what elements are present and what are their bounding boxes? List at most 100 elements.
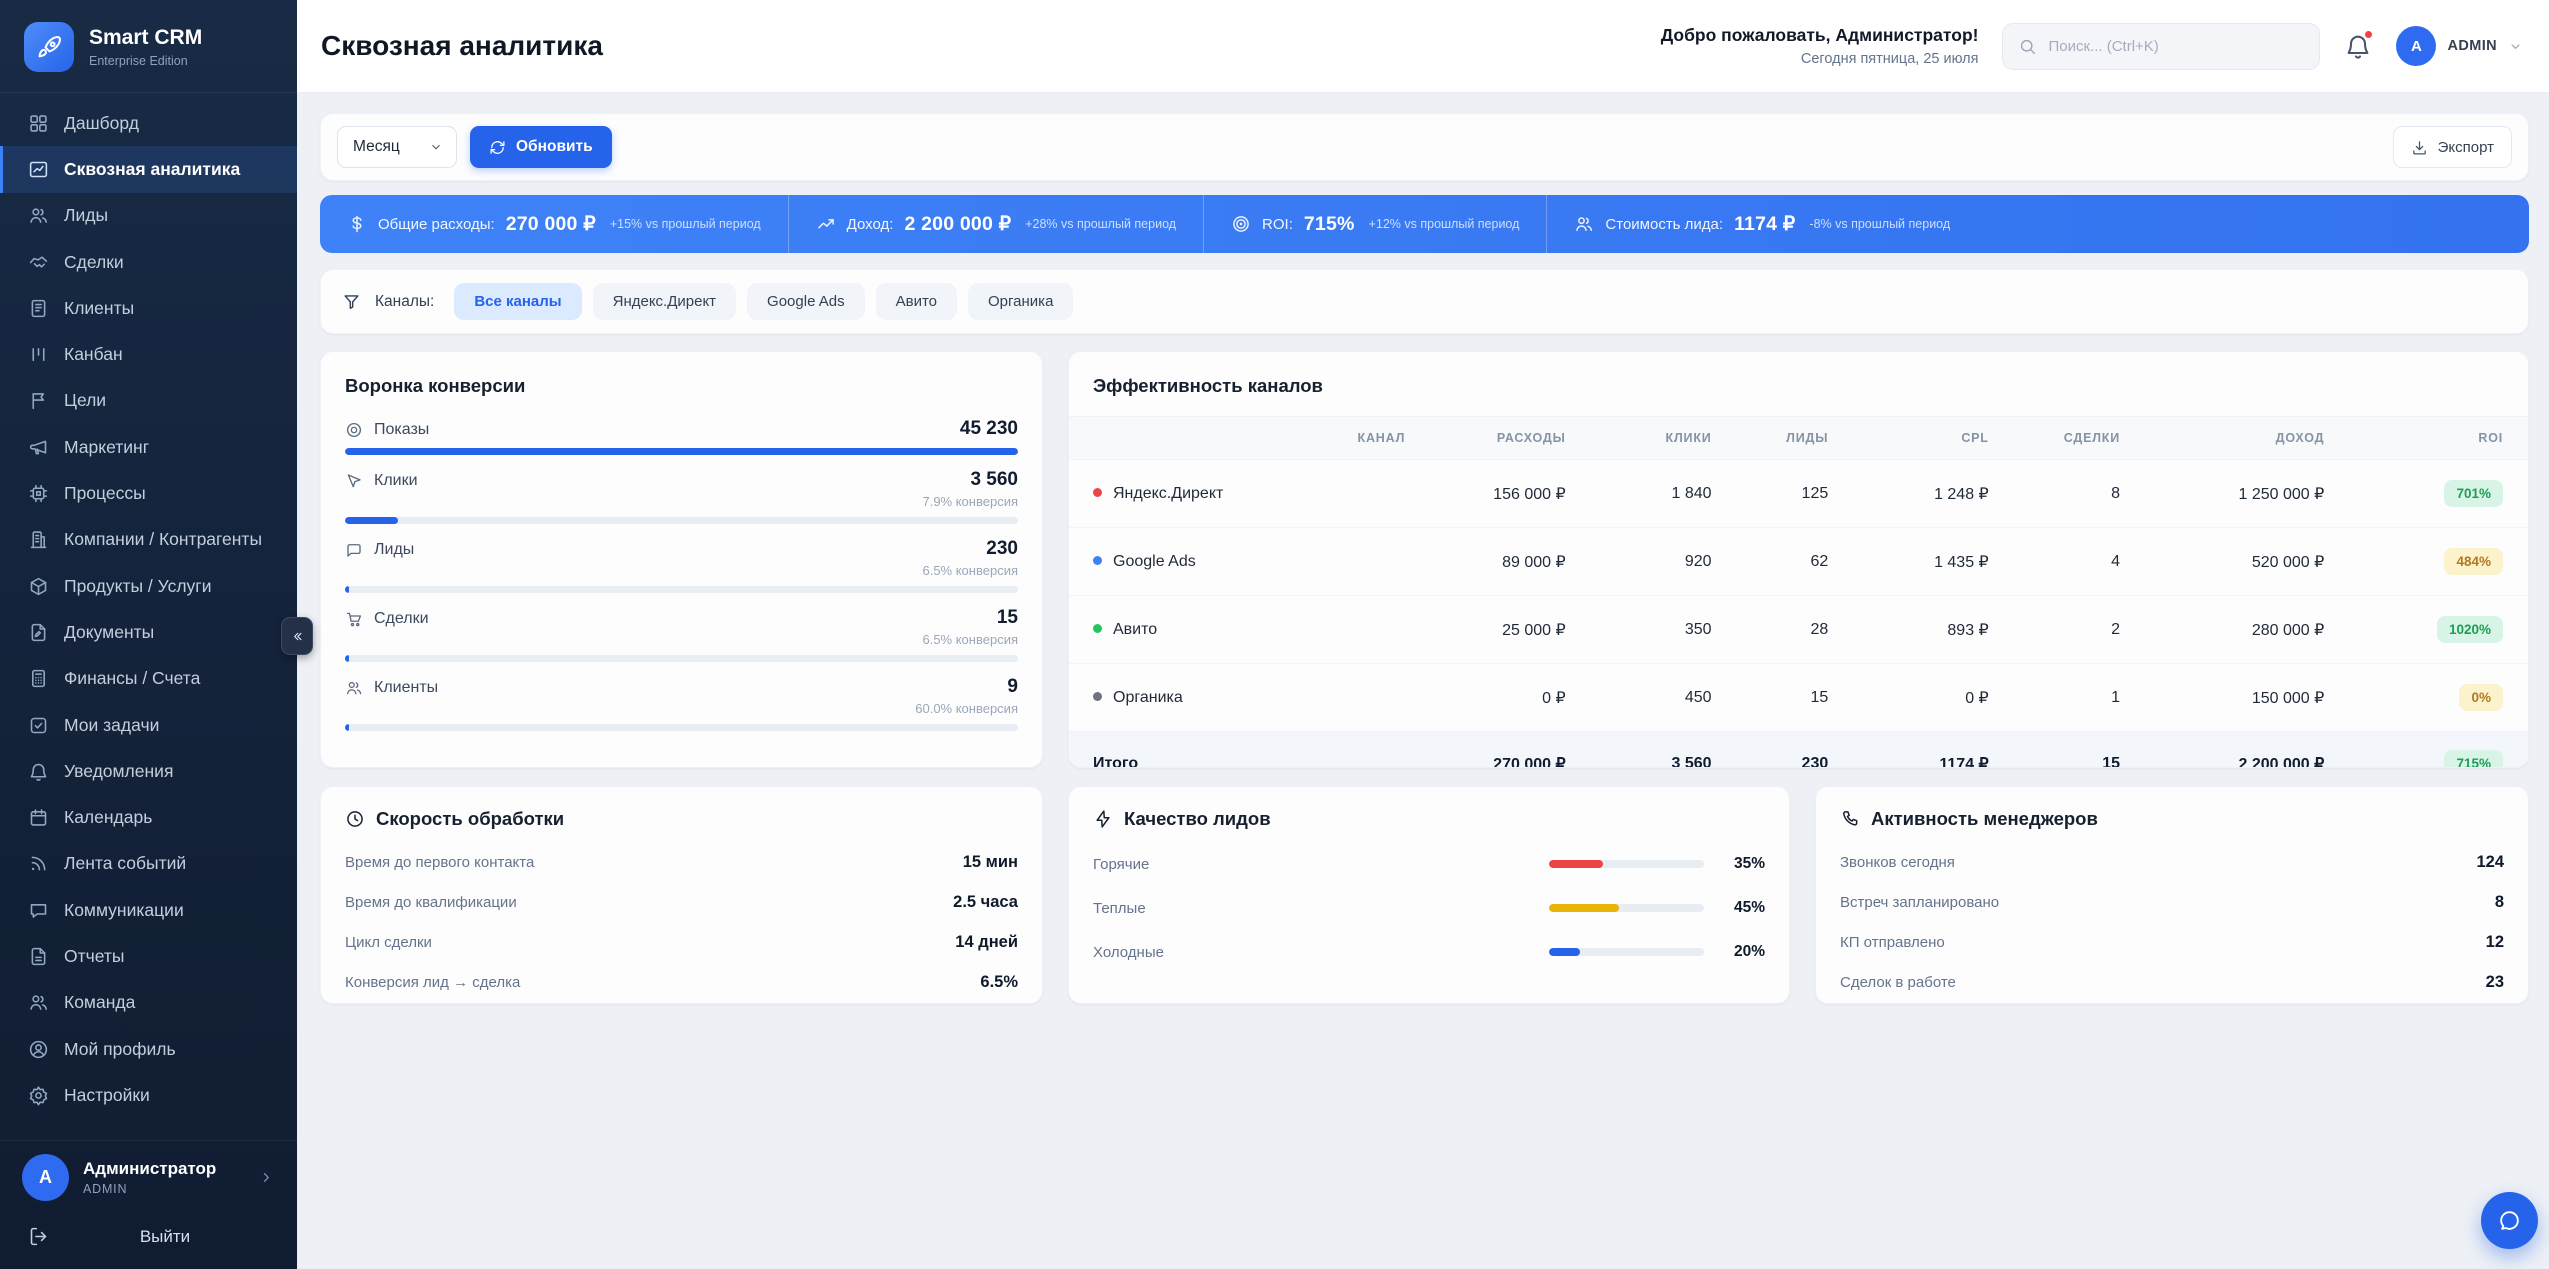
documents-icon <box>28 622 49 643</box>
stage-value: 9 <box>915 676 1018 698</box>
kpi-label: ROI: <box>1262 216 1293 233</box>
channel-dot <box>1093 692 1102 701</box>
sidebar-item[interactable]: Уведомления <box>0 748 297 794</box>
sidebar-item[interactable]: Отчеты <box>0 933 297 979</box>
sidebar-item[interactable]: Продукты / Услуги <box>0 563 297 609</box>
stage-bar-track <box>345 724 1018 731</box>
chat-button[interactable] <box>2481 1192 2538 1249</box>
sidebar-item[interactable]: Команда <box>0 980 297 1026</box>
search-input[interactable] <box>2048 38 2304 55</box>
sidebar-item[interactable]: Лиды <box>0 193 297 239</box>
metric-label: Холодные <box>1093 944 1164 961</box>
sidebar-user[interactable]: A Администратор ADMIN <box>0 1140 297 1214</box>
metric-row: Время до квалификации 2.5 часа <box>345 882 1018 922</box>
metric-value: 15 мин <box>963 853 1018 872</box>
chip-label: Авито <box>896 293 937 310</box>
user-menu[interactable]: A ADMIN <box>2396 26 2523 66</box>
column-header: КЛИКИ <box>1580 417 1726 460</box>
cell-leads: 15 <box>1726 664 1843 732</box>
quality-bar-track <box>1549 904 1704 912</box>
refresh-button[interactable]: Обновить <box>470 126 612 168</box>
stage-label: Лиды <box>374 541 414 559</box>
sidebar-collapse-button[interactable] <box>281 617 313 655</box>
cell-clicks: 450 <box>1580 664 1726 732</box>
message-icon <box>345 541 363 559</box>
metric-label: Горячие <box>1093 856 1149 873</box>
sidebar-item[interactable]: Процессы <box>0 470 297 516</box>
notifications-button[interactable] <box>2344 32 2372 60</box>
sidebar-item-label: Сквозная аналитика <box>64 159 240 180</box>
sidebar-item[interactable]: Настройки <box>0 1072 297 1118</box>
filter-chips: Все каналы Яндекс.Директ Google Ads Авит… <box>454 283 1073 320</box>
quality-bar-fill <box>1549 860 1603 868</box>
leads-icon <box>28 205 49 226</box>
sidebar-item[interactable]: Лента событий <box>0 841 297 887</box>
search-box[interactable] <box>2002 23 2320 70</box>
sidebar-item[interactable]: Документы <box>0 609 297 655</box>
sidebar-item-label: Сделки <box>64 252 124 273</box>
channel-name: Яндекс.Директ <box>1113 485 1223 502</box>
products-icon <box>28 576 49 597</box>
marketing-icon <box>28 437 49 458</box>
stage-label: Клиенты <box>374 679 438 697</box>
sidebar-item[interactable]: Финансы / Счета <box>0 656 297 702</box>
metric-label: Теплые <box>1093 900 1146 917</box>
team-icon <box>28 992 49 1013</box>
export-label: Экспорт <box>2438 139 2494 156</box>
cell-cpl: 1 435 ₽ <box>1842 528 2002 596</box>
sidebar-item-label: Канбан <box>64 344 123 365</box>
sidebar-item[interactable]: Компании / Контрагенты <box>0 517 297 563</box>
sidebar-item[interactable]: Дашборд <box>0 100 297 146</box>
stage-bar-fill <box>345 448 1018 455</box>
analytics-icon <box>28 159 49 180</box>
sidebar-item[interactable]: Календарь <box>0 794 297 840</box>
main-area: Сквозная аналитика Добро пожаловать, Адм… <box>297 0 2549 1269</box>
total-label: Итого <box>1069 732 1419 769</box>
column-header: СДЕЛКИ <box>2003 417 2134 460</box>
filter-label: Каналы: <box>375 293 434 311</box>
sidebar-item[interactable]: Канбан <box>0 331 297 377</box>
clients-icon <box>28 298 49 319</box>
sidebar-item[interactable]: Маркетинг <box>0 424 297 470</box>
metric-row: Горячие 35% <box>1093 842 1765 886</box>
lead-quality-card: Качество лидов Горячие 35% <box>1068 786 1790 1004</box>
sidebar-item[interactable]: Мои задачи <box>0 702 297 748</box>
filter-chip[interactable]: Органика <box>968 283 1073 320</box>
dollar-icon <box>347 214 367 234</box>
cell-deals: 1 <box>2003 664 2134 732</box>
channel-dot <box>1093 488 1102 497</box>
metric-value: 124 <box>2476 853 2504 872</box>
chip-label: Все каналы <box>474 293 561 310</box>
sidebar-item[interactable]: Клиенты <box>0 285 297 331</box>
sidebar-item-label: Цели <box>64 390 106 411</box>
channel-name: Авито <box>1113 621 1157 638</box>
total-cpl: 1174 ₽ <box>1842 732 2002 769</box>
roi-badge: 701% <box>2444 480 2503 507</box>
avatar: A <box>22 1154 69 1201</box>
export-button[interactable]: Экспорт <box>2393 126 2512 168</box>
sidebar-item[interactable]: Мой профиль <box>0 1026 297 1072</box>
sidebar-item[interactable]: Коммуникации <box>0 887 297 933</box>
filter-chip[interactable]: Все каналы <box>454 283 581 320</box>
filter-chip[interactable]: Яндекс.Директ <box>593 283 736 320</box>
sidebar-item[interactable]: Цели <box>0 378 297 424</box>
filter-chip[interactable]: Авито <box>876 283 957 320</box>
kpi-bar: Общие расходы: 270 000 ₽ +15% vs прошлый… <box>320 195 2529 253</box>
filter-chip[interactable]: Google Ads <box>747 283 865 320</box>
logout-button[interactable]: Выйти <box>0 1214 297 1269</box>
processing-speed-card: Скорость обработки Время до первого конт… <box>320 786 1043 1004</box>
cell-deals: 8 <box>2003 460 2134 528</box>
sidebar: Smart CRM Enterprise Edition Дашборд Скв… <box>0 0 297 1269</box>
sidebar-item[interactable]: Сквозная аналитика <box>0 146 297 192</box>
cell-leads: 125 <box>1726 460 1843 528</box>
chevron-down-icon <box>429 140 443 154</box>
sidebar-item[interactable]: Сделки <box>0 239 297 285</box>
table-row: Авито 25 000 ₽ 350 28 893 ₽ 2 280 000 ₽ … <box>1069 596 2528 664</box>
cell-spend: 89 000 ₽ <box>1419 528 1579 596</box>
column-header: ЛИДЫ <box>1726 417 1843 460</box>
quality-value: 35% <box>1717 855 1765 873</box>
stage-value: 15 <box>922 607 1018 629</box>
users-icon <box>1574 214 1594 234</box>
period-select[interactable]: Месяц <box>337 126 457 168</box>
chat-icon <box>2497 1208 2522 1233</box>
